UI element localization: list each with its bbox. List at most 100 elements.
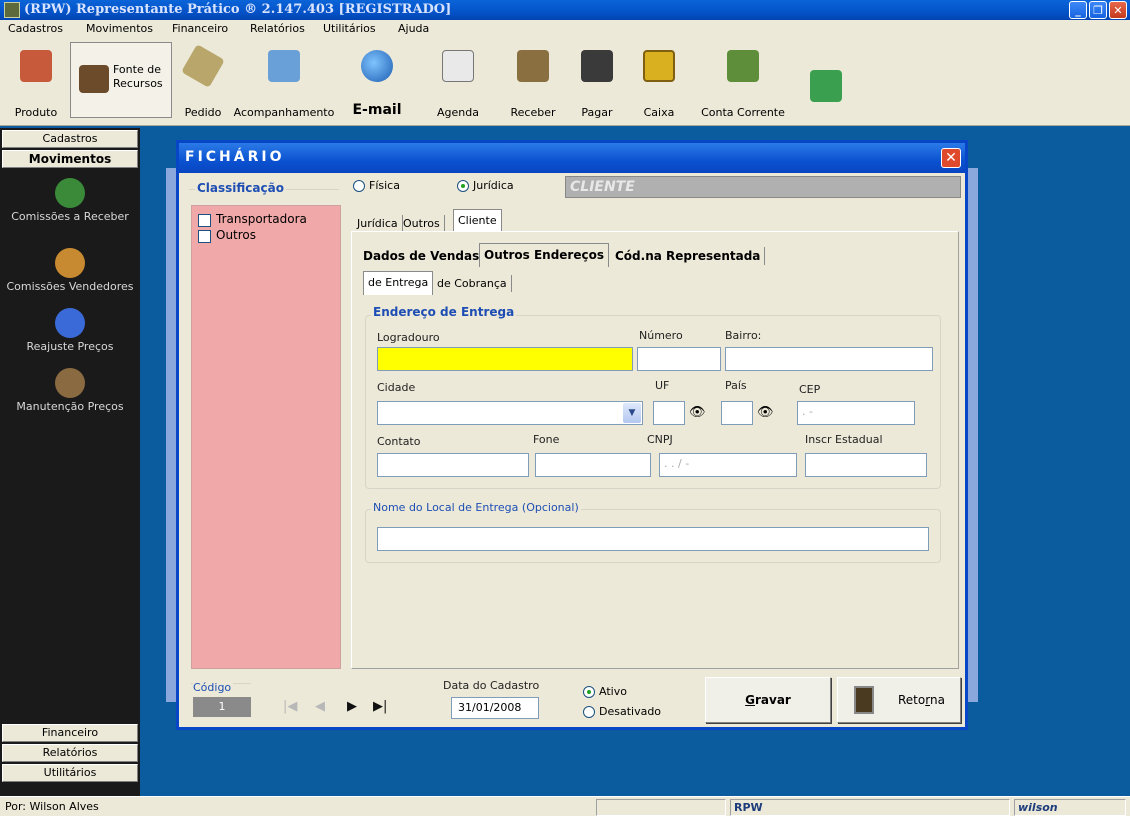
retorna-label: Retorna: [898, 693, 945, 707]
label-cep: CEP: [799, 383, 821, 396]
toolbar-caixa-button[interactable]: Caixa: [634, 40, 684, 122]
codigo-value: 1: [193, 697, 251, 717]
label-contato: Contato: [377, 435, 421, 448]
cnpj-input[interactable]: . . / -: [659, 453, 797, 477]
dialog-close-button[interactable]: ✕: [941, 148, 961, 168]
radio-fisica[interactable]: Física: [353, 179, 400, 192]
subtab-outros-enderecos[interactable]: Outros Endereços: [479, 243, 609, 267]
label-fone: Fone: [533, 433, 560, 446]
toolbar-pedido-button[interactable]: Pedido: [180, 40, 226, 122]
addrtab-entrega[interactable]: de Entrega: [363, 271, 434, 295]
bairro-input[interactable]: [725, 347, 933, 371]
nav-section-relatorios[interactable]: Relatórios: [2, 744, 138, 762]
label-cidade: Cidade: [377, 381, 416, 394]
nav-section-financeiro[interactable]: Financeiro: [2, 724, 138, 742]
chevron-down-icon[interactable]: ▼: [623, 403, 641, 423]
addrtab-cobranca[interactable]: de Cobrança: [433, 275, 512, 292]
gravar-label-post: ravar: [755, 693, 791, 707]
radio-desativado[interactable]: Desativado: [583, 705, 661, 718]
toolbar-pagar-label: Pagar: [581, 106, 613, 119]
restore-button[interactable]: ❐: [1089, 1, 1107, 19]
toolbar-agenda-label: Agenda: [437, 106, 479, 119]
toolbar-email-button[interactable]: E-mail: [346, 40, 408, 122]
fone-input[interactable]: [535, 453, 651, 477]
toolbar-conta-corrente-button[interactable]: Conta Corrente: [698, 40, 788, 122]
inscr-estadual-input[interactable]: [805, 453, 927, 477]
logradouro-input[interactable]: [377, 347, 633, 371]
nav-item-label: Manutenção Preços: [16, 400, 124, 413]
first-record-icon[interactable]: |◀: [283, 699, 297, 714]
numero-input[interactable]: [637, 347, 721, 371]
nav-item-comissoes-vendedores[interactable]: Comissões Vendedores: [0, 248, 140, 293]
cep-input[interactable]: . -: [797, 401, 915, 425]
codigo-label: Código: [193, 681, 234, 694]
app-icon: [4, 2, 20, 18]
cliente-header-label: CLIENTE: [570, 179, 635, 195]
price-adjust-icon: [55, 308, 85, 338]
subtab-dados-vendas[interactable]: Dados de Vendas: [359, 247, 483, 265]
retorna-label-post: na: [929, 693, 945, 707]
radio-juridica-dot: [457, 179, 469, 192]
toolbar-agenda-button[interactable]: Agenda: [428, 40, 488, 122]
cidade-select[interactable]: ▼: [377, 401, 643, 425]
receive-icon: [517, 50, 549, 82]
data-cadastro-input[interactable]: 31/01/2008: [451, 697, 539, 719]
tracking-icon: [268, 50, 300, 82]
menu-financeiro[interactable]: Financeiro: [172, 22, 228, 35]
local-name-input[interactable]: [377, 527, 929, 551]
radio-ativo[interactable]: Ativo: [583, 685, 627, 698]
tab-juridica[interactable]: Jurídica: [353, 215, 403, 232]
nav-section-cadastros[interactable]: Cadastros: [2, 130, 138, 148]
nav-section-movimentos[interactable]: Movimentos: [2, 150, 138, 168]
menu-ajuda[interactable]: Ajuda: [398, 22, 429, 35]
uf-input[interactable]: [653, 401, 685, 425]
toolbar-receber-button[interactable]: Receber: [502, 40, 564, 122]
uf-search-binoculars-icon[interactable]: 👁: [689, 405, 706, 420]
radio-juridica-label: Jurídica: [473, 179, 514, 192]
toolbar-exit-button[interactable]: [804, 40, 848, 122]
retorna-button[interactable]: Retorna: [837, 677, 961, 723]
pais-input[interactable]: [721, 401, 753, 425]
radio-juridica[interactable]: Jurídica: [457, 179, 514, 192]
toolbar-produto-label: Produto: [14, 106, 58, 119]
toolbar-acompanhamento-button[interactable]: Acompanhamento: [232, 40, 336, 122]
menu-movimentos[interactable]: Movimentos: [86, 22, 153, 35]
minimize-button[interactable]: _: [1069, 1, 1087, 19]
menu-cadastros[interactable]: Cadastros: [8, 22, 63, 35]
pais-search-binoculars-icon[interactable]: 👁: [757, 405, 774, 420]
checkbox-transportadora[interactable]: [198, 214, 211, 227]
toolbar-caixa-label: Caixa: [643, 106, 675, 119]
nav-item-manutencao-precos[interactable]: Manutenção Preços: [0, 368, 140, 413]
nav-section-utilitarios[interactable]: Utilitários: [2, 764, 138, 782]
toolbar-pagar-button[interactable]: Pagar: [572, 40, 622, 122]
next-record-icon[interactable]: ▶: [347, 699, 357, 714]
last-record-icon[interactable]: ▶|: [373, 699, 387, 714]
menu-utilitarios[interactable]: Utilitários: [323, 22, 376, 35]
calendar-icon: [442, 50, 474, 82]
subtab-cod-representada[interactable]: Cód.na Representada: [611, 247, 766, 265]
toolbar-fonte-button[interactable]: Fonte de Recursos: [70, 42, 172, 118]
label-transportadora: Transportadora: [216, 212, 307, 226]
label-bairro: Bairro:: [725, 329, 762, 342]
menu-relatorios[interactable]: Relatórios: [250, 22, 305, 35]
toolbar-receber-label: Receber: [510, 106, 556, 119]
nav-item-comissoes-receber[interactable]: Comissões a Receber: [0, 178, 140, 223]
door-exit-icon: [854, 686, 874, 714]
label-cnpj: CNPJ: [647, 433, 673, 446]
prev-record-icon[interactable]: ◀: [315, 699, 325, 714]
close-button[interactable]: ✕: [1109, 1, 1127, 19]
gravar-button[interactable]: Gravar: [705, 677, 831, 723]
product-icon: [20, 50, 52, 82]
tab-cliente[interactable]: Cliente: [453, 209, 502, 231]
toolbar-pedido-label: Pedido: [184, 106, 222, 119]
delivery-legend: Endereço de Entrega: [371, 305, 517, 319]
toolbar-fonte-label: Fonte de Recursos: [113, 63, 163, 90]
menu-bar: Cadastros Movimentos Financeiro Relatóri…: [0, 20, 1130, 38]
tab-outros[interactable]: Outros: [399, 215, 445, 232]
classification-legend: Classificação: [195, 181, 286, 195]
nav-item-reajuste-precos[interactable]: Reajuste Preços: [0, 308, 140, 353]
checkbox-outros[interactable]: [198, 230, 211, 243]
contato-input[interactable]: [377, 453, 529, 477]
toolbar-produto-button[interactable]: Produto: [6, 40, 66, 122]
salesman-icon: [55, 248, 85, 278]
